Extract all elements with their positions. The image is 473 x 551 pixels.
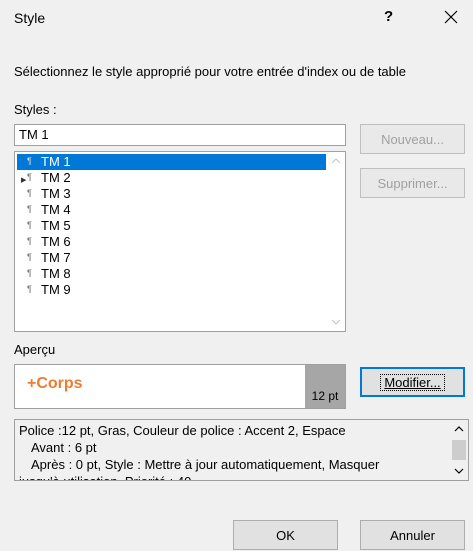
style-list-item[interactable]: ▶ ¶ TM 2 [17,170,326,186]
style-list-item-label: TM 6 [41,234,71,249]
preview-label: Aperçu [14,342,56,357]
paragraph-style-icon: ¶ [27,252,32,262]
new-button[interactable]: Nouveau... [360,124,465,154]
description-line: Après : 0 pt, Style : Mettre à jour auto… [31,457,380,472]
paragraph-style-icon: ¶ [27,204,32,214]
style-list-item[interactable]: ¶ TM 6 [17,234,326,250]
paragraph-style-icon: ¶ [27,188,32,198]
description-line: Avant : 6 pt [31,440,97,455]
styles-label: Styles : [14,102,57,117]
scroll-down-icon[interactable] [453,466,465,476]
style-list-item-label: TM 7 [41,250,71,265]
style-list-item-label: TM 2 [41,170,71,185]
style-list-item[interactable]: ¶ TM 1 [17,154,326,170]
style-list-item-label: TM 3 [41,186,71,201]
preview-font-size: 12 pt [305,365,345,408]
paragraph-style-icon: ¶ [27,156,32,166]
paragraph-style-icon: ¶ [27,220,32,230]
preview-font-name: +Corps [27,375,83,392]
styles-list-items: ¶ TM 1 ▶ ¶ TM 2 ¶ TM 3 ¶ TM 4 ¶ TM 5 ¶ TM 6 ¶ TM 7 ¶ TM … [17,154,326,298]
paragraph-style-icon: ¶ [27,172,32,182]
style-list-item-label: TM 1 [41,154,71,169]
scroll-up-icon[interactable] [453,424,465,434]
paragraph-style-icon: ¶ [27,268,32,278]
modify-button[interactable]: Modifier... [360,367,465,397]
paragraph-style-icon: ¶ [27,284,32,294]
style-list-item[interactable]: ¶ TM 5 [17,218,326,234]
style-list-item[interactable]: ¶ TM 7 [17,250,326,266]
scroll-thumb[interactable] [452,440,466,460]
ok-button[interactable]: OK [233,520,338,550]
style-list-item-label: TM 8 [41,266,71,281]
description-scrollbar[interactable] [450,420,468,480]
style-list-item[interactable]: ¶ TM 3 [17,186,326,202]
style-name-input[interactable]: TM 1 [14,124,346,146]
style-list-item[interactable]: ¶ TM 8 [17,266,326,282]
paragraph-style-icon: ¶ [27,236,32,246]
style-list-item-label: TM 4 [41,202,71,217]
style-description: Police :12 pt, Gras, Couleur de police :… [14,419,469,481]
help-button[interactable]: ? [384,8,393,25]
styles-list[interactable]: ¶ TM 1 ▶ ¶ TM 2 ¶ TM 3 ¶ TM 4 ¶ TM 5 ¶ TM 6 ¶ TM 7 ¶ TM … [14,151,346,332]
description-line: Police :12 pt, Gras, Couleur de police :… [19,423,346,438]
style-list-item[interactable]: ¶ TM 4 [17,202,326,218]
style-list-item-label: TM 5 [41,218,71,233]
close-icon [444,10,458,24]
modify-button-label: Modifier... [380,373,445,391]
scroll-down-icon[interactable] [330,317,342,327]
description-line: jusqu'à utilisation, Priorité : 40 [19,473,447,480]
style-list-item-label: TM 9 [41,282,71,297]
styles-list-scrollbar[interactable] [327,152,345,331]
instruction-text: Sélectionnez le style approprié pour vot… [14,64,407,79]
close-button[interactable] [436,2,466,32]
style-preview: +Corps 12 pt [14,364,346,409]
dialog-title: Style [14,10,46,26]
delete-button[interactable]: Supprimer... [360,168,465,198]
scroll-up-icon[interactable] [330,156,342,166]
cancel-button[interactable]: Annuler [360,520,465,550]
style-list-item[interactable]: ¶ TM 9 [17,282,326,298]
